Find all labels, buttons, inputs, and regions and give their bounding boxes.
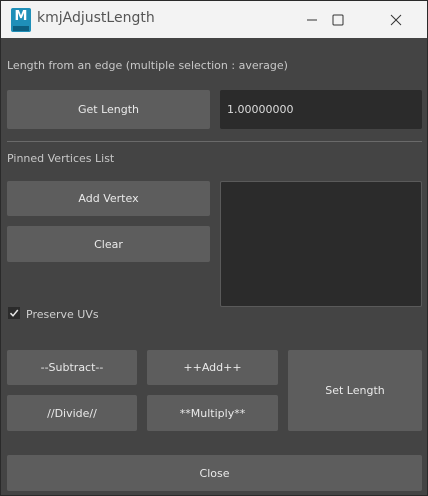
pinned-vertices-list[interactable] — [220, 181, 422, 307]
set-length-button[interactable]: Set Length — [288, 350, 422, 431]
pinned-vertices-label: Pinned Vertices List — [7, 152, 115, 165]
app-icon-letter: M — [14, 9, 28, 24]
length-value-field[interactable]: 1.00000000 — [220, 90, 422, 129]
get-length-button[interactable]: Get Length — [7, 90, 210, 129]
clear-button[interactable]: Clear — [7, 226, 210, 262]
close-icon — [390, 14, 402, 25]
preserve-uvs-checkbox[interactable] — [8, 307, 20, 319]
checkmark-icon — [9, 309, 19, 317]
title-bar[interactable]: M kmjAdjustLength — [1, 1, 427, 38]
app-window: M kmjAdjustLength Length from an edge (m… — [0, 0, 428, 496]
maya-app-icon: M — [11, 8, 31, 32]
close-window-button[interactable] — [373, 1, 419, 38]
maximize-icon — [332, 14, 344, 25]
maximize-button[interactable] — [315, 1, 361, 38]
add-vertex-button[interactable]: Add Vertex — [7, 181, 210, 216]
multiply-button[interactable]: **Multiply** — [147, 395, 278, 431]
window-title: kmjAdjustLength — [37, 10, 155, 26]
add-button[interactable]: ++Add++ — [147, 350, 278, 385]
length-section-label: Length from an edge (multiple selection … — [7, 59, 288, 72]
subtract-button[interactable]: --Subtract-- — [7, 350, 137, 385]
section-divider — [7, 141, 422, 142]
preserve-uvs-label: Preserve UVs — [26, 308, 99, 321]
close-button[interactable]: Close — [7, 455, 422, 491]
divide-button[interactable]: //Divide// — [7, 395, 137, 431]
